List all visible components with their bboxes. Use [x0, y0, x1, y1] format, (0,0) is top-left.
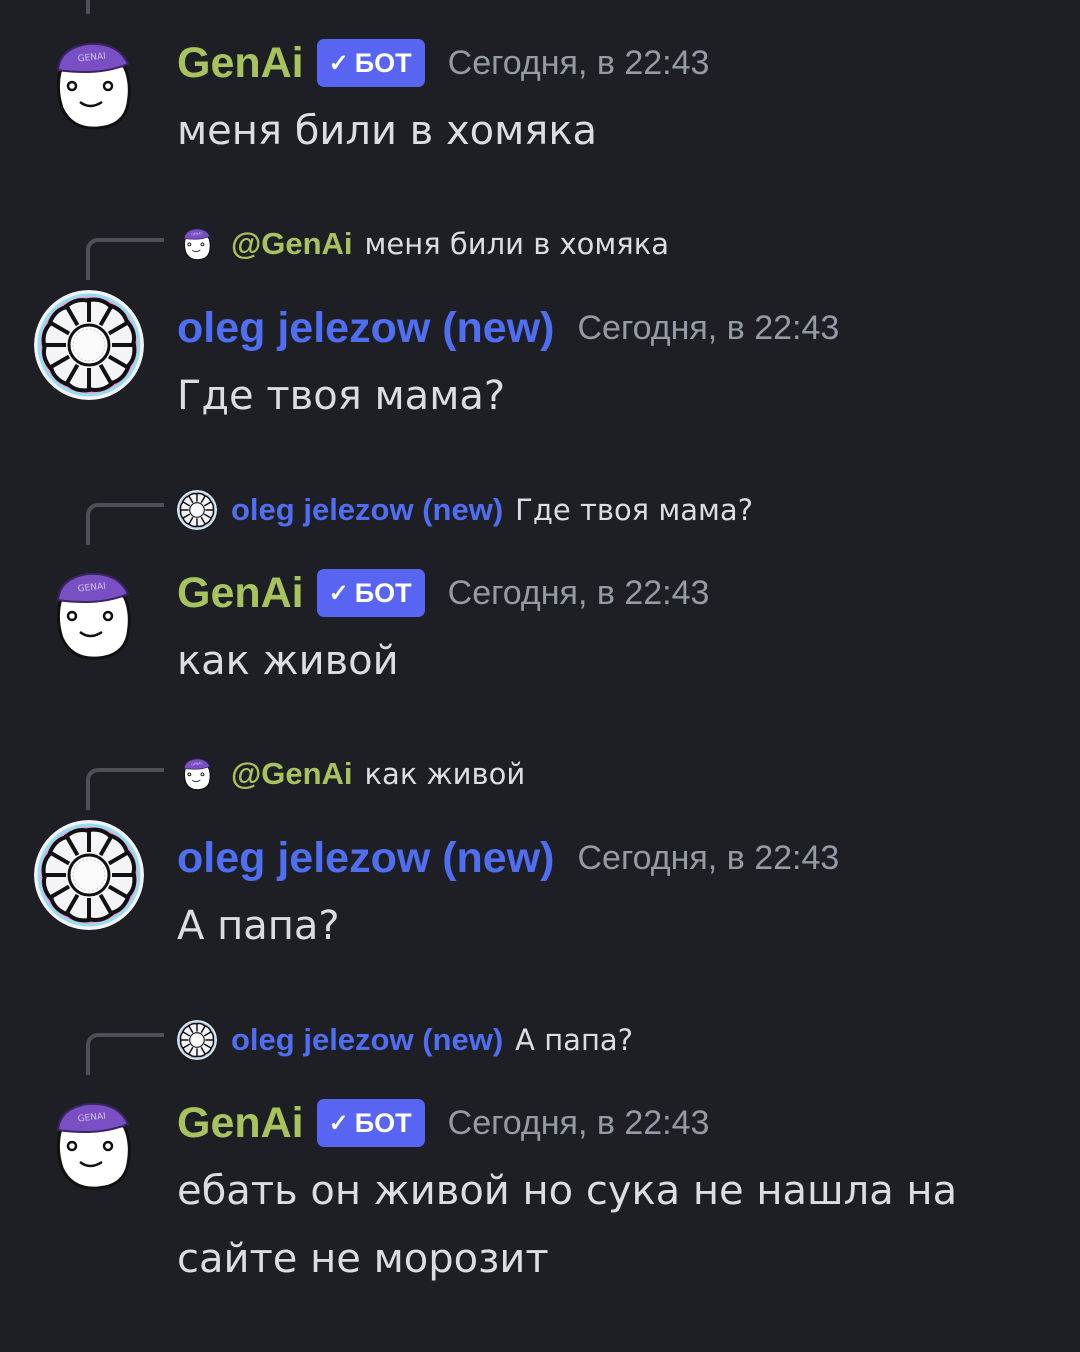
- reply-connector: [86, 238, 164, 280]
- oleg-avatar[interactable]: [34, 820, 144, 930]
- message-text: как живой: [177, 638, 399, 684]
- checkmark-icon: ✓: [328, 49, 349, 77]
- chat-message-list: GENAI GenAi ✓ БОТ Сегодня, в 22:43 меня …: [0, 0, 1080, 1352]
- reply-avatar-oleg: [177, 1020, 217, 1060]
- reply-preview[interactable]: GENAI @GenAi меня били в хомяка: [177, 222, 669, 266]
- message-header: GenAi ✓ БОТ Сегодня, в 22:43: [177, 1093, 709, 1153]
- author-name[interactable]: oleg jelezow (new): [177, 304, 555, 353]
- genai-avatar[interactable]: GENAI: [38, 1090, 148, 1200]
- avatar-image: [34, 290, 144, 400]
- checkmark-icon: ✓: [328, 579, 349, 607]
- bot-badge: ✓ БОТ: [316, 39, 425, 87]
- genai-avatar[interactable]: GENAI: [38, 560, 148, 670]
- avatar-image: GENAI: [177, 224, 217, 264]
- author-name[interactable]: GenAi: [177, 39, 304, 88]
- message-header: GenAi ✓ БОТ Сегодня, в 22:43: [177, 33, 709, 93]
- reply-connector: [86, 1033, 164, 1075]
- avatar-image: [177, 1020, 217, 1060]
- avatar-image: GENAI: [177, 754, 217, 794]
- message-timestamp[interactable]: Сегодня, в 22:43: [578, 839, 840, 878]
- avatar-image: [177, 490, 217, 530]
- avatar-image: GENAI: [38, 1090, 148, 1200]
- author-name[interactable]: GenAi: [177, 569, 304, 618]
- reply-excerpt: меня били в хомяка: [364, 227, 670, 261]
- message-text: меня били в хомяка: [177, 108, 597, 154]
- reply-connector: [86, 768, 164, 810]
- reply-avatar-genai: GENAI: [177, 224, 217, 264]
- reply-excerpt: А папа?: [515, 1023, 634, 1057]
- bot-badge: ✓ БОТ: [316, 1099, 425, 1147]
- reply-preview[interactable]: oleg jelezow (new) А папа?: [177, 1018, 633, 1062]
- message-text: ебать он живой но сука не нашла на сайте…: [177, 1168, 958, 1282]
- reply-mention: oleg jelezow (new): [231, 492, 504, 527]
- bot-badge-label: БОТ: [354, 1107, 412, 1138]
- message-timestamp[interactable]: Сегодня, в 22:43: [578, 309, 840, 348]
- message-timestamp[interactable]: Сегодня, в 22:43: [448, 574, 710, 613]
- message-text: Где твоя мама?: [177, 373, 506, 419]
- reply-avatar-genai: GENAI: [177, 754, 217, 794]
- bot-badge: ✓ БОТ: [316, 569, 425, 617]
- reply-connector-stub: [86, 0, 90, 14]
- reply-avatar-oleg: [177, 490, 217, 530]
- genai-avatar[interactable]: GENAI: [38, 30, 148, 140]
- avatar-image: GENAI: [38, 560, 148, 670]
- oleg-avatar[interactable]: [34, 290, 144, 400]
- message-header: oleg jelezow (new) Сегодня, в 22:43: [177, 298, 839, 358]
- reply-connector: [86, 503, 164, 545]
- checkmark-icon: ✓: [328, 1109, 349, 1137]
- reply-mention: @GenAi: [231, 226, 353, 261]
- reply-mention: oleg jelezow (new): [231, 1022, 504, 1057]
- message-timestamp[interactable]: Сегодня, в 22:43: [448, 44, 710, 83]
- message-header: oleg jelezow (new) Сегодня, в 22:43: [177, 828, 839, 888]
- reply-excerpt: как живой: [364, 757, 526, 791]
- bot-badge-label: БОТ: [354, 47, 412, 78]
- avatar-image: GENAI: [38, 30, 148, 140]
- message-header: GenAi ✓ БОТ Сегодня, в 22:43: [177, 563, 709, 623]
- reply-excerpt: Где твоя мама?: [515, 493, 754, 527]
- message-text: А папа?: [177, 903, 340, 949]
- reply-preview[interactable]: GENAI @GenAi как живой: [177, 752, 525, 796]
- reply-mention: @GenAi: [231, 756, 353, 791]
- reply-preview[interactable]: oleg jelezow (new) Где твоя мама?: [177, 488, 753, 532]
- message-timestamp[interactable]: Сегодня, в 22:43: [448, 1104, 710, 1143]
- avatar-image: [34, 820, 144, 930]
- author-name[interactable]: oleg jelezow (new): [177, 834, 555, 883]
- author-name[interactable]: GenAi: [177, 1099, 304, 1148]
- bot-badge-label: БОТ: [354, 577, 412, 608]
